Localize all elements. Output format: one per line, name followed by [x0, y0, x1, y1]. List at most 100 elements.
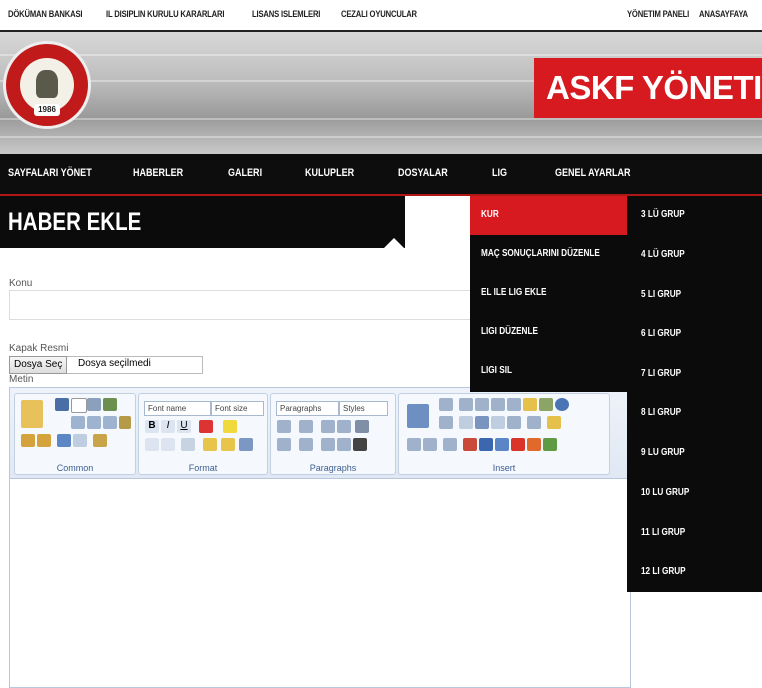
- nav-dosyalar[interactable]: DOSYALAR: [398, 167, 448, 179]
- ordered-list-icon[interactable]: [277, 438, 291, 451]
- group-format: Font name Font size B I U Format: [138, 393, 268, 475]
- submenu-item-3lu[interactable]: 3 LÜ GRUP: [627, 196, 762, 236]
- find-icon[interactable]: [119, 416, 131, 429]
- paste-text-icon[interactable]: [21, 434, 35, 447]
- highlight-color-icon[interactable]: [223, 420, 237, 433]
- pointer-icon[interactable]: [239, 438, 253, 451]
- submenu-item-12li[interactable]: 12 LI GRUP: [627, 553, 762, 593]
- submenu-item-4lu[interactable]: 4 LÜ GRUP: [627, 236, 762, 276]
- font-name-select[interactable]: Font name: [144, 401, 211, 416]
- redo-icon[interactable]: [73, 434, 87, 447]
- nav-galeri[interactable]: GALERI: [228, 167, 262, 179]
- insert-chart-icon[interactable]: [543, 438, 557, 451]
- menu-item-ligi-duzenle[interactable]: LIGI DÜZENLE: [470, 313, 627, 352]
- submenu-item-6li[interactable]: 6 LI GRUP: [627, 315, 762, 355]
- topnav-lisans-islemleri[interactable]: LISANS ISLEMLERI: [252, 9, 320, 19]
- menu-item-el-ile-lig-ekle[interactable]: EL ILE LIG EKLE: [470, 274, 627, 313]
- insert-grid-icon[interactable]: [523, 398, 537, 411]
- superscript-icon[interactable]: [145, 438, 159, 451]
- help-icon[interactable]: [555, 398, 569, 411]
- new-document-icon[interactable]: [71, 398, 87, 413]
- menu-item-kur[interactable]: KUR: [470, 196, 627, 235]
- rtl-icon[interactable]: [337, 420, 351, 433]
- topnav-disiplin-kurulu[interactable]: IL DISIPLIN KURULU KARARLARI: [106, 9, 225, 19]
- youtube-icon[interactable]: [511, 438, 525, 451]
- link-icon[interactable]: [439, 416, 453, 429]
- insert-document-icon[interactable]: [443, 438, 457, 451]
- styles-select[interactable]: Styles: [339, 401, 388, 416]
- subscript-icon[interactable]: [161, 438, 175, 451]
- insert-video-icon[interactable]: [479, 438, 493, 451]
- anchor-icon[interactable]: [475, 416, 489, 429]
- federation-logo[interactable]: 1986: [6, 44, 88, 126]
- insert-image-icon[interactable]: [423, 438, 437, 451]
- unordered-list-icon[interactable]: [299, 438, 313, 451]
- clear-format-icon[interactable]: [203, 438, 217, 451]
- page-header: HABER EKLE: [0, 196, 405, 248]
- font-size-select[interactable]: Font size: [211, 401, 264, 416]
- indent-icon[interactable]: [337, 438, 351, 451]
- insert-date-icon[interactable]: [507, 416, 521, 429]
- insert-layer-icon[interactable]: [475, 398, 489, 411]
- font-color-icon[interactable]: [199, 420, 213, 433]
- insert-flash-icon[interactable]: [463, 438, 477, 451]
- spellcheck-icon[interactable]: [103, 398, 117, 411]
- nav-genel-ayarlar[interactable]: GENEL AYARLAR: [555, 167, 631, 179]
- submenu-item-9lu[interactable]: 9 LU GRUP: [627, 434, 762, 474]
- insert-table-icon[interactable]: [407, 404, 429, 428]
- nav-lig[interactable]: LIG: [492, 167, 507, 179]
- align-icon[interactable]: [277, 420, 291, 433]
- topnav-anasayfa[interactable]: ANASAYFAYA: [699, 9, 748, 19]
- unlink-icon[interactable]: [459, 416, 473, 429]
- submenu-item-11li[interactable]: 11 LI GRUP: [627, 514, 762, 554]
- nav-sayfalari-yonet[interactable]: SAYFALARI YÖNET: [8, 167, 92, 179]
- line-spacing-icon[interactable]: [299, 420, 313, 433]
- paragraphs-select[interactable]: Paragraphs: [276, 401, 339, 416]
- delete-icon[interactable]: [103, 416, 117, 429]
- bold-icon[interactable]: B: [145, 420, 159, 433]
- paste-icon[interactable]: [21, 400, 43, 428]
- paste-word-icon[interactable]: [37, 434, 51, 447]
- insert-music-icon[interactable]: [495, 438, 509, 451]
- blockquote-icon[interactable]: [353, 438, 367, 451]
- topnav-yonetim-paneli[interactable]: YÖNETIM PANELI: [627, 9, 689, 19]
- image-link-icon[interactable]: [491, 416, 505, 429]
- styles-icon[interactable]: [221, 438, 235, 451]
- topnav-cezali-oyuncular[interactable]: CEZALI OYUNCULAR: [341, 9, 417, 19]
- file-status: Dosya seçilmedi: [78, 358, 151, 369]
- konu-label: Konu: [9, 278, 33, 289]
- topnav-dokuman-bankasi[interactable]: DÖKÜMAN BANKASI: [8, 9, 83, 19]
- ltr-icon[interactable]: [321, 420, 335, 433]
- submenu-item-5li[interactable]: 5 LI GRUP: [627, 276, 762, 316]
- undo-icon[interactable]: [57, 434, 71, 447]
- html5-icon[interactable]: [527, 438, 541, 451]
- cut-icon[interactable]: [71, 416, 85, 429]
- submenu-item-10lu[interactable]: 10 LU GRUP: [627, 474, 762, 514]
- submenu-item-8li[interactable]: 8 LI GRUP: [627, 394, 762, 434]
- insert-template-icon[interactable]: [507, 398, 521, 411]
- special-char-icon[interactable]: [527, 416, 541, 429]
- underline-icon[interactable]: U: [177, 420, 191, 433]
- print-icon[interactable]: [87, 398, 101, 411]
- clean-html-icon[interactable]: [547, 416, 561, 429]
- insert-frame-icon[interactable]: [459, 398, 473, 411]
- choose-file-button[interactable]: Dosya Seç: [9, 356, 68, 374]
- insert-form-icon[interactable]: [491, 398, 505, 411]
- insert-media-icon[interactable]: [539, 398, 553, 411]
- change-case-icon[interactable]: [181, 438, 195, 451]
- nav-kulupler[interactable]: KULUPLER: [305, 167, 354, 179]
- italic-icon[interactable]: I: [161, 420, 175, 433]
- nav-haberler[interactable]: HABERLER: [133, 167, 183, 179]
- outdent-icon[interactable]: [321, 438, 335, 451]
- save-icon[interactable]: [55, 398, 69, 411]
- block-icon[interactable]: [355, 420, 369, 433]
- insert-row-icon[interactable]: [407, 438, 421, 451]
- menu-item-ligi-sil[interactable]: LIGI SIL: [470, 352, 627, 391]
- submenu-item-7li[interactable]: 7 LI GRUP: [627, 355, 762, 395]
- insert-box-icon[interactable]: [439, 398, 453, 411]
- copy-icon[interactable]: [87, 416, 101, 429]
- caret-up-icon: [382, 238, 406, 250]
- format-painter-icon[interactable]: [93, 434, 107, 447]
- editor-content-area[interactable]: [10, 479, 630, 687]
- menu-item-mac-sonuclari[interactable]: MAÇ SONUÇLARINI DÜZENLE: [470, 235, 627, 274]
